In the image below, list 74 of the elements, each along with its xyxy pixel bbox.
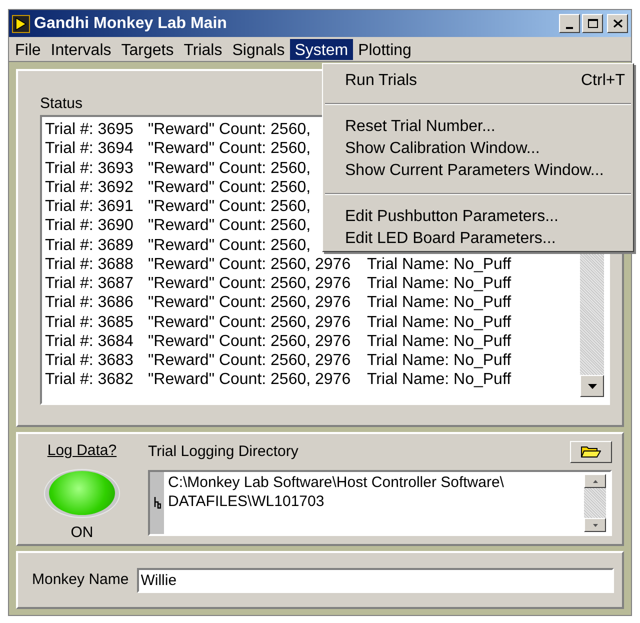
table-cell: "Reward" Count: 2560, xyxy=(148,121,311,138)
monkey-name-field[interactable]: Willie xyxy=(136,568,614,592)
table-cell: Trial Name: No_Puff xyxy=(367,351,512,370)
menu-item[interactable]: Reset Trial Number... xyxy=(323,116,633,138)
table-cell: "Reward" Count: 2560, xyxy=(148,217,311,234)
table-cell: Trial #: 3686 xyxy=(45,294,134,312)
scroll-down-button[interactable] xyxy=(584,518,606,532)
menu-item[interactable]: System xyxy=(290,38,354,60)
menu-item[interactable]: File xyxy=(10,38,46,60)
table-cell: Trial #: 3683 xyxy=(45,352,134,369)
table-cell: Trial Name: No_Puff xyxy=(367,370,512,390)
table-cell: "Reward" Count: 2560, 2976 xyxy=(148,352,351,369)
table-cell: Trial #: 3685 xyxy=(45,314,134,330)
table-cell: "Reward" Count: 2560, xyxy=(148,178,311,196)
shortcut-label: Ctrl+T xyxy=(581,71,625,91)
maximize-button[interactable] xyxy=(582,14,603,33)
table-cell: "Reward" Count: 2560, xyxy=(148,160,311,176)
path-text: C:\Monkey Lab Software\Host Controller Software\ xyxy=(168,473,504,492)
table-cell: "Reward" Count: 2560, 2976 xyxy=(148,256,351,273)
table-cell: Trial Name: No_Puff xyxy=(367,332,512,351)
table-cell: "Reward" Count: 2560, 2976 xyxy=(148,332,351,350)
table-cell: Trial #: 3695 xyxy=(45,121,134,138)
table-cell: Trial #: 3687 xyxy=(45,275,134,292)
table-cell: Trial #: 3689 xyxy=(45,236,134,254)
table-cell: Trial #: 3682 xyxy=(45,371,134,388)
close-button[interactable] xyxy=(607,14,628,33)
table-cell: "Reward" Count: 2560, xyxy=(148,198,311,215)
table-cell: Trial #: 3692 xyxy=(45,178,134,196)
table-cell: "Reward" Count: 2560, 2976 xyxy=(148,294,351,312)
caret-down-icon xyxy=(588,384,596,388)
menu-item[interactable]: Plotting xyxy=(353,38,416,60)
directory-field[interactable]: C:\Monkey Lab Software\Host Controller Software\ DATAFILES\WL101703 xyxy=(148,470,612,536)
table-cell: "Reward" Count: 2560, xyxy=(148,236,311,254)
menu-item[interactable]: Show Current Parameters Window... xyxy=(323,160,633,182)
table-cell: Trial #: 3688 xyxy=(45,256,134,273)
window-title: Gandhi Monkey Lab Main xyxy=(34,14,227,34)
menu-item[interactable]: Edit Pushbutton Parameters... xyxy=(323,206,633,228)
table-cell: Trial #: 3693 xyxy=(45,160,134,176)
table-cell: Trial Name: No_Puff xyxy=(367,274,512,294)
table-cell: "Reward" Count: 2560, xyxy=(148,140,311,158)
scroll-down-button[interactable] xyxy=(580,375,604,397)
table-cell: "Reward" Count: 2560, 2976 xyxy=(148,275,351,292)
led-state-label: ON xyxy=(70,522,94,542)
folder-icon xyxy=(581,446,601,458)
menu-item[interactable]: Show Calibration Window... xyxy=(323,138,633,160)
path-text: DATAFILES\WL101703 xyxy=(168,492,326,511)
table-cell: Trial #: 3690 xyxy=(45,217,134,234)
monkey-name-label: Monkey Name xyxy=(32,570,129,590)
status-label: Status xyxy=(40,94,84,114)
close-icon xyxy=(612,19,622,28)
table-cell: Trial #: 3691 xyxy=(45,198,134,215)
minimize-button[interactable] xyxy=(559,14,580,33)
path-icon xyxy=(154,497,160,509)
table-cell: "Reward" Count: 2560, 2976 xyxy=(148,371,351,388)
log-data-label: Log Data? xyxy=(47,441,117,461)
caret-up-icon xyxy=(592,480,598,482)
directory-label: Trial Logging Directory xyxy=(148,442,298,462)
scrollbar[interactable] xyxy=(584,474,606,532)
menu-item[interactable]: Intervals xyxy=(46,38,116,60)
menu-item[interactable]: Edit LED Board Parameters... xyxy=(323,228,633,250)
table-cell: Trial #: 3684 xyxy=(45,332,134,350)
table-cell: "Reward" Count: 2560, 2976 xyxy=(148,314,351,330)
menu-item[interactable]: Run Trials Ctrl+T xyxy=(323,70,633,92)
menu-item[interactable]: Targets xyxy=(116,38,179,60)
menu-item[interactable]: Trials xyxy=(178,38,228,60)
caret-down-icon xyxy=(592,524,598,526)
table-cell: Trial Name: No_Puff xyxy=(367,254,512,274)
table-cell: Trial #: 3694 xyxy=(45,140,134,158)
table-cell: Trial Name: No_Puff xyxy=(367,312,512,332)
menu-item[interactable]: Signals xyxy=(227,38,290,60)
scroll-up-button[interactable] xyxy=(584,474,606,488)
table-cell: Trial Name: No_Puff xyxy=(367,293,512,312)
app-icon xyxy=(12,14,30,32)
browse-button[interactable] xyxy=(570,441,612,463)
